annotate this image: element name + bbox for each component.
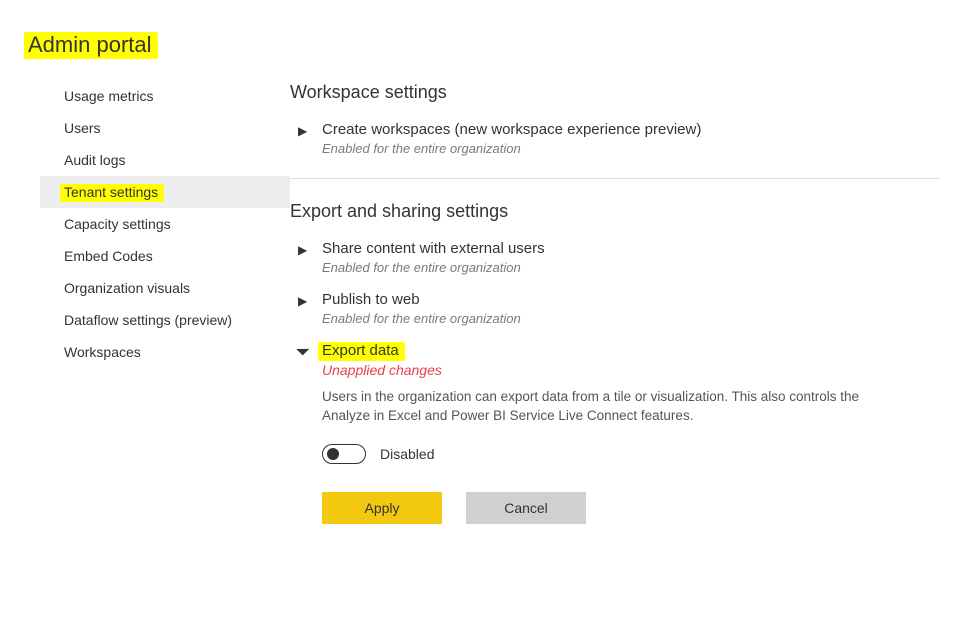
sidebar-item-workspaces[interactable]: Workspaces — [40, 336, 290, 368]
setting-status: Enabled for the entire organization — [322, 141, 940, 156]
page-title-text: Admin portal — [28, 32, 152, 57]
sidebar-item-usage-metrics[interactable]: Usage metrics — [40, 80, 290, 112]
setting-row-publish-web[interactable]: ▶ Publish to web Enabled for the entire … — [290, 291, 940, 330]
setting-label: Share content with external users — [322, 240, 940, 257]
toggle-row: Disabled — [322, 444, 940, 464]
sidebar-item-label: Audit logs — [64, 152, 125, 168]
cancel-button[interactable]: Cancel — [466, 492, 586, 524]
sidebar-item-capacity-settings[interactable]: Capacity settings — [40, 208, 290, 240]
layout-container: Usage metrics Users Audit logs Tenant se… — [0, 80, 970, 540]
setting-row-share-external[interactable]: ▶ Share content with external users Enab… — [290, 240, 940, 279]
sidebar-item-label-text: Tenant settings — [64, 184, 158, 200]
sidebar-item-label: Organization visuals — [64, 280, 190, 296]
setting-description: Users in the organization can export dat… — [322, 388, 882, 426]
apply-button[interactable]: Apply — [322, 492, 442, 524]
setting-label: Publish to web — [322, 291, 940, 308]
setting-publish-web: ▶ Publish to web Enabled for the entire … — [290, 291, 940, 330]
sidebar-item-dataflow-settings[interactable]: Dataflow settings (preview) — [40, 304, 290, 336]
section-title-export: Export and sharing settings — [290, 201, 940, 222]
setting-body: Share content with external users Enable… — [312, 240, 940, 275]
setting-body: Create workspaces (new workspace experie… — [312, 121, 940, 156]
setting-row-create-workspaces[interactable]: ▶ Create workspaces (new workspace exper… — [290, 121, 940, 160]
chevron-right-icon: ▶ — [298, 294, 312, 308]
section-title-workspace: Workspace settings — [290, 82, 940, 103]
setting-export-data: ◢ Export data Unapplied changes Users in… — [290, 342, 940, 528]
sidebar-item-label: Workspaces — [64, 344, 141, 360]
main-content: Workspace settings ▶ Create workspaces (… — [290, 80, 970, 540]
sidebar-item-label: Dataflow settings (preview) — [64, 312, 232, 328]
sidebar-nav: Usage metrics Users Audit logs Tenant se… — [0, 80, 290, 540]
sidebar-item-label: Tenant settings — [64, 184, 158, 200]
sidebar-item-audit-logs[interactable]: Audit logs — [40, 144, 290, 176]
setting-create-workspaces: ▶ Create workspaces (new workspace exper… — [290, 121, 940, 160]
sidebar-item-label: Usage metrics — [64, 88, 153, 104]
page-title: Admin portal — [0, 0, 152, 58]
setting-body: Publish to web Enabled for the entire or… — [312, 291, 940, 326]
sidebar-item-tenant-settings[interactable]: Tenant settings — [40, 176, 290, 208]
unapplied-changes-text: Unapplied changes — [322, 362, 940, 378]
toggle-knob — [327, 448, 339, 460]
setting-body: Export data Unapplied changes Users in t… — [312, 342, 940, 524]
sidebar-item-label: Capacity settings — [64, 216, 171, 232]
sidebar-item-label: Embed Codes — [64, 248, 153, 264]
setting-status: Enabled for the entire organization — [322, 311, 940, 326]
sidebar-item-label: Users — [64, 120, 101, 136]
sidebar-item-users[interactable]: Users — [40, 112, 290, 144]
sidebar-item-embed-codes[interactable]: Embed Codes — [40, 240, 290, 272]
setting-label: Create workspaces (new workspace experie… — [322, 121, 940, 138]
button-row: Apply Cancel — [322, 492, 940, 524]
chevron-right-icon: ▶ — [298, 243, 312, 257]
section-divider — [290, 178, 940, 179]
setting-status: Enabled for the entire organization — [322, 260, 940, 275]
setting-label-text: Export data — [322, 342, 399, 359]
toggle-switch[interactable] — [322, 444, 366, 464]
chevron-right-icon: ▶ — [298, 124, 312, 138]
setting-share-external: ▶ Share content with external users Enab… — [290, 240, 940, 279]
setting-row-export-data[interactable]: ◢ Export data Unapplied changes Users in… — [290, 342, 940, 528]
setting-label: Export data — [322, 342, 940, 359]
sidebar-item-organization-visuals[interactable]: Organization visuals — [40, 272, 290, 304]
toggle-label: Disabled — [380, 446, 434, 462]
